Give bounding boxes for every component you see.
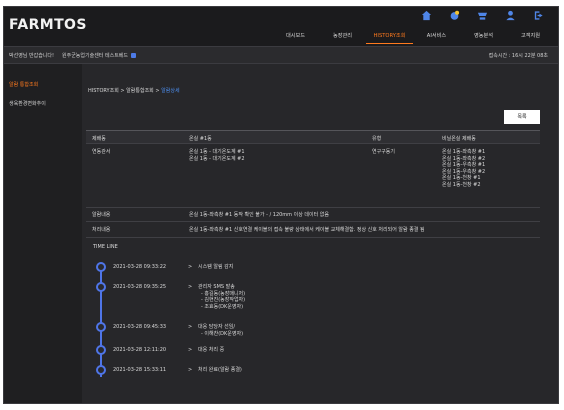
nav-ai-service[interactable]: AI서비스 xyxy=(413,31,460,44)
nav-farm-management[interactable]: 농장관리 xyxy=(319,31,366,44)
actuator-item: 온실 1동-우측창 #1 xyxy=(442,162,486,169)
timeline-title: TIME LINE xyxy=(93,244,118,250)
user-icon[interactable] xyxy=(501,9,520,22)
device-type: 연구구동기 xyxy=(372,149,396,155)
site-selector[interactable]: 원주군농업기술센터 테스트베드 xyxy=(62,52,136,59)
alarm-detail-table: 제배동 온실 #1동 유형 비닐온실 제배동 연동관서 온실 1동 - 대기온도… xyxy=(86,130,540,377)
timeline-message: 대응 처리 중 xyxy=(198,347,224,354)
timeline-arrow: > xyxy=(188,367,193,373)
timeline-message-line: - 김현진(농장작업자) xyxy=(201,297,246,303)
nav-farming-analysis[interactable]: 영농분석 xyxy=(460,31,507,44)
home-icon[interactable] xyxy=(417,9,436,22)
top-header: FARMTOS 대시보드 농장관리 HISTORY조회 AI서비스 영농분석 고… xyxy=(4,7,558,46)
greeting-text: 박선영님 반갑습니다! xyxy=(9,53,54,59)
timeline-message: 시스템 알림 감지 xyxy=(198,264,233,271)
site-name: 원주군농업기술센터 테스트베드 xyxy=(62,53,128,59)
notification-icon[interactable] xyxy=(445,9,464,22)
actuator-list: 온실 1동-좌측창 #1 온실 1동-좌측창 #2 온실 1동-우측창 #1 온… xyxy=(442,149,485,189)
timeline-message-line: - 이해찬(DK운영자) xyxy=(201,330,244,337)
breadcrumb-path: HISTORY조회 > 알람통합조회 > xyxy=(88,88,162,94)
timeline-dot xyxy=(96,345,106,355)
timeline-message-line: - 조효동(DK운영자) xyxy=(201,303,244,310)
access-time: 접속시간 : 16시 22분 08초 xyxy=(488,53,548,59)
row-label-linked: 연동관서 xyxy=(92,149,111,155)
info-bar: 박선영님 반갑습니다! 원주군농업기술센터 테스트베드 접속시간 : 16시 2… xyxy=(4,46,558,64)
shop-icon[interactable] xyxy=(473,9,492,22)
breadcrumb: HISTORY조회 > 알람통합조회 > 알람상세 xyxy=(88,87,180,94)
timeline-message: 처리 완료(알람 종결) xyxy=(198,367,242,374)
timeline: TIME LINE 2021-03-28 09:33:22 > 시스템 알림 감… xyxy=(86,238,540,377)
timeline-message-line: 시스템 알림 감지 xyxy=(198,264,234,270)
logo[interactable]: FARMTOS xyxy=(9,17,87,33)
header-vinyl-greenhouse: 비닐온실 제배동 xyxy=(442,136,476,142)
row-label-action: 처리내용 xyxy=(92,227,111,233)
timeline-message-line: 대응 처리 중 xyxy=(198,347,225,353)
nav-dashboard[interactable]: 대시보드 xyxy=(272,31,319,44)
sensor-list: 온실 1동 - 대기온도계 #1 온실 1동 - 대기온도계 #2 xyxy=(189,149,245,162)
table-row: 처리내용 온실 1동-좌측창 #1 신호연결 케이블의 접속 불량 상태에서 케… xyxy=(86,222,540,238)
timeline-arrow: > xyxy=(188,264,193,270)
timeline-time: 2021-03-28 09:33:22 xyxy=(113,264,167,270)
nav-customer-support[interactable]: 고객지원 xyxy=(507,31,554,44)
sidebar-item-alarm-search[interactable]: 알람 통합조회 xyxy=(9,81,38,88)
timeline-time: 2021-03-28 12:11:20 xyxy=(113,347,167,353)
timeline-time: 2021-03-28 09:35:25 xyxy=(113,284,167,290)
table-header-row: 제배동 온실 #1동 유형 비닐온실 제배동 xyxy=(86,130,540,144)
nav-history[interactable]: HISTORY조회 xyxy=(366,31,413,44)
timeline-message: 관리자 SMS 발송 - 홍길동(농장매니저) - 김현진(농장작업자) - 조… xyxy=(198,284,245,310)
sensor-item: 온실 1동 - 대기온도계 #1 xyxy=(189,149,245,155)
alarm-content: 온실 1동-좌측창 #1 동작 확인 불가 - / 120mm 이상 데이터 없… xyxy=(189,212,330,218)
actuator-item: 온실 1동-천창 #1 xyxy=(442,175,481,182)
logout-icon[interactable] xyxy=(529,9,548,22)
sensor-item: 온실 1동 - 대기온도계 #2 xyxy=(189,155,245,162)
main-content: HISTORY조회 > 알람통합조회 > 알람상세 목록 제배동 온실 #1동 … xyxy=(82,64,558,403)
timeline-arrow: > xyxy=(188,324,193,330)
site-dropdown-icon[interactable] xyxy=(131,52,136,58)
timeline-time: 2021-03-28 09:45:33 xyxy=(113,324,167,330)
timeline-dot xyxy=(96,322,106,332)
breadcrumb-current: 알람상세 xyxy=(161,88,180,94)
app-window: FARMTOS 대시보드 농장관리 HISTORY조회 AI서비스 영농분석 고… xyxy=(3,6,559,404)
action-content: 온실 1동-좌측창 #1 신호연결 케이블의 접속 불량 상태에서 케이블 교체… xyxy=(189,227,425,233)
table-row: 연동관서 온실 1동 - 대기온도계 #1 온실 1동 - 대기온도계 #2 연… xyxy=(86,144,540,208)
header-greenhouse: 온실 #1동 xyxy=(189,136,212,142)
timeline-dot xyxy=(96,262,106,272)
timeline-arrow: > xyxy=(188,347,193,353)
main-nav: 대시보드 농장관리 HISTORY조회 AI서비스 영농분석 고객지원 xyxy=(272,31,554,44)
timeline-message: 대응 담당자 선임/ - 이해찬(DK운영자) xyxy=(198,324,243,337)
row-label-alarm: 알람내용 xyxy=(92,212,111,218)
timeline-dot xyxy=(96,282,106,292)
utility-icons xyxy=(417,9,548,22)
actuator-item: 온실 1동-천창 #2 xyxy=(442,181,481,188)
timeline-time: 2021-03-28 15:33:11 xyxy=(113,367,167,373)
timeline-message-line: 처리 완료(알람 종결) xyxy=(198,367,242,373)
header-cultivation-building: 제배동 xyxy=(92,136,106,142)
table-row: 알람내용 온실 1동-좌측창 #1 동작 확인 불가 - / 120mm 이상 … xyxy=(86,208,540,222)
actuator-item: 온실 1동-좌측창 #1 xyxy=(442,149,486,155)
sidebar: 알람 통합조회 생육환경변화추이 xyxy=(4,64,82,403)
timeline-dot xyxy=(96,365,106,375)
header-type: 유형 xyxy=(372,136,382,142)
sidebar-item-growth-trend[interactable]: 생육환경변화추이 xyxy=(9,100,46,107)
list-button[interactable]: 목록 xyxy=(504,110,540,124)
timeline-arrow: > xyxy=(188,284,193,290)
